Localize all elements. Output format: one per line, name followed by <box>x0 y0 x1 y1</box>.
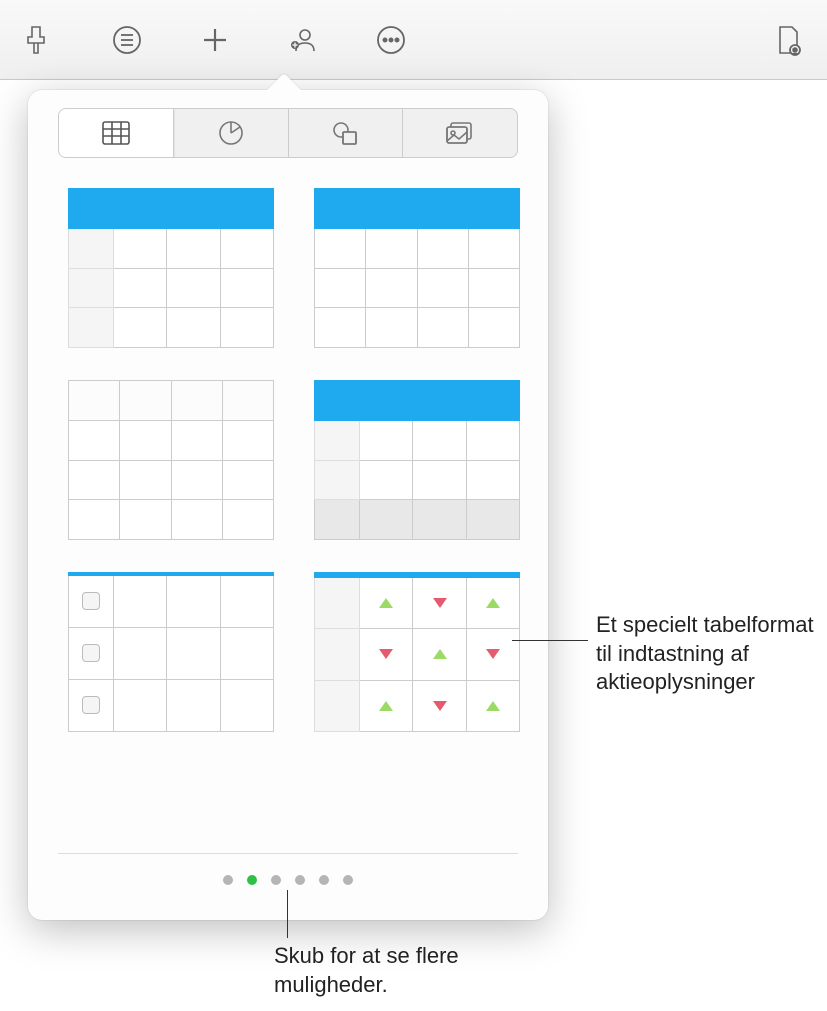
page-dot[interactable] <box>271 875 281 885</box>
page-dot[interactable] <box>295 875 305 885</box>
page-indicator[interactable] <box>28 875 548 885</box>
table-styles-grid <box>58 188 518 732</box>
charts-tab[interactable] <box>174 109 289 157</box>
media-tab[interactable] <box>403 109 517 157</box>
list-icon[interactable] <box>108 21 146 59</box>
page-dot[interactable] <box>319 875 329 885</box>
collaborate-icon[interactable] <box>284 21 322 59</box>
callout-swipe-label: Skub for at se flere muligheder. <box>274 942 534 999</box>
insert-category-tabs <box>58 108 518 158</box>
main-toolbar <box>0 0 827 80</box>
format-brush-icon[interactable] <box>20 21 58 59</box>
shapes-tab[interactable] <box>289 109 404 157</box>
page-dot[interactable] <box>223 875 233 885</box>
page-dot[interactable] <box>343 875 353 885</box>
more-icon[interactable] <box>372 21 410 59</box>
document-icon[interactable] <box>769 21 807 59</box>
insert-popover <box>28 90 548 920</box>
tables-tab[interactable] <box>59 109 174 157</box>
callout-stock-label: Et specielt tabelformat til indtastning … <box>596 611 816 697</box>
table-style-header-leftcol[interactable] <box>68 188 274 348</box>
plus-icon[interactable] <box>196 21 234 59</box>
callout-leader-line <box>512 640 588 641</box>
table-style-plain[interactable] <box>68 380 274 540</box>
table-style-stock[interactable] <box>314 572 520 732</box>
table-style-header-plain[interactable] <box>314 188 520 348</box>
page-dot-active[interactable] <box>247 875 257 885</box>
table-style-checklist[interactable] <box>68 572 274 732</box>
table-style-header-footer[interactable] <box>314 380 520 540</box>
callout-leader-line <box>287 890 288 938</box>
